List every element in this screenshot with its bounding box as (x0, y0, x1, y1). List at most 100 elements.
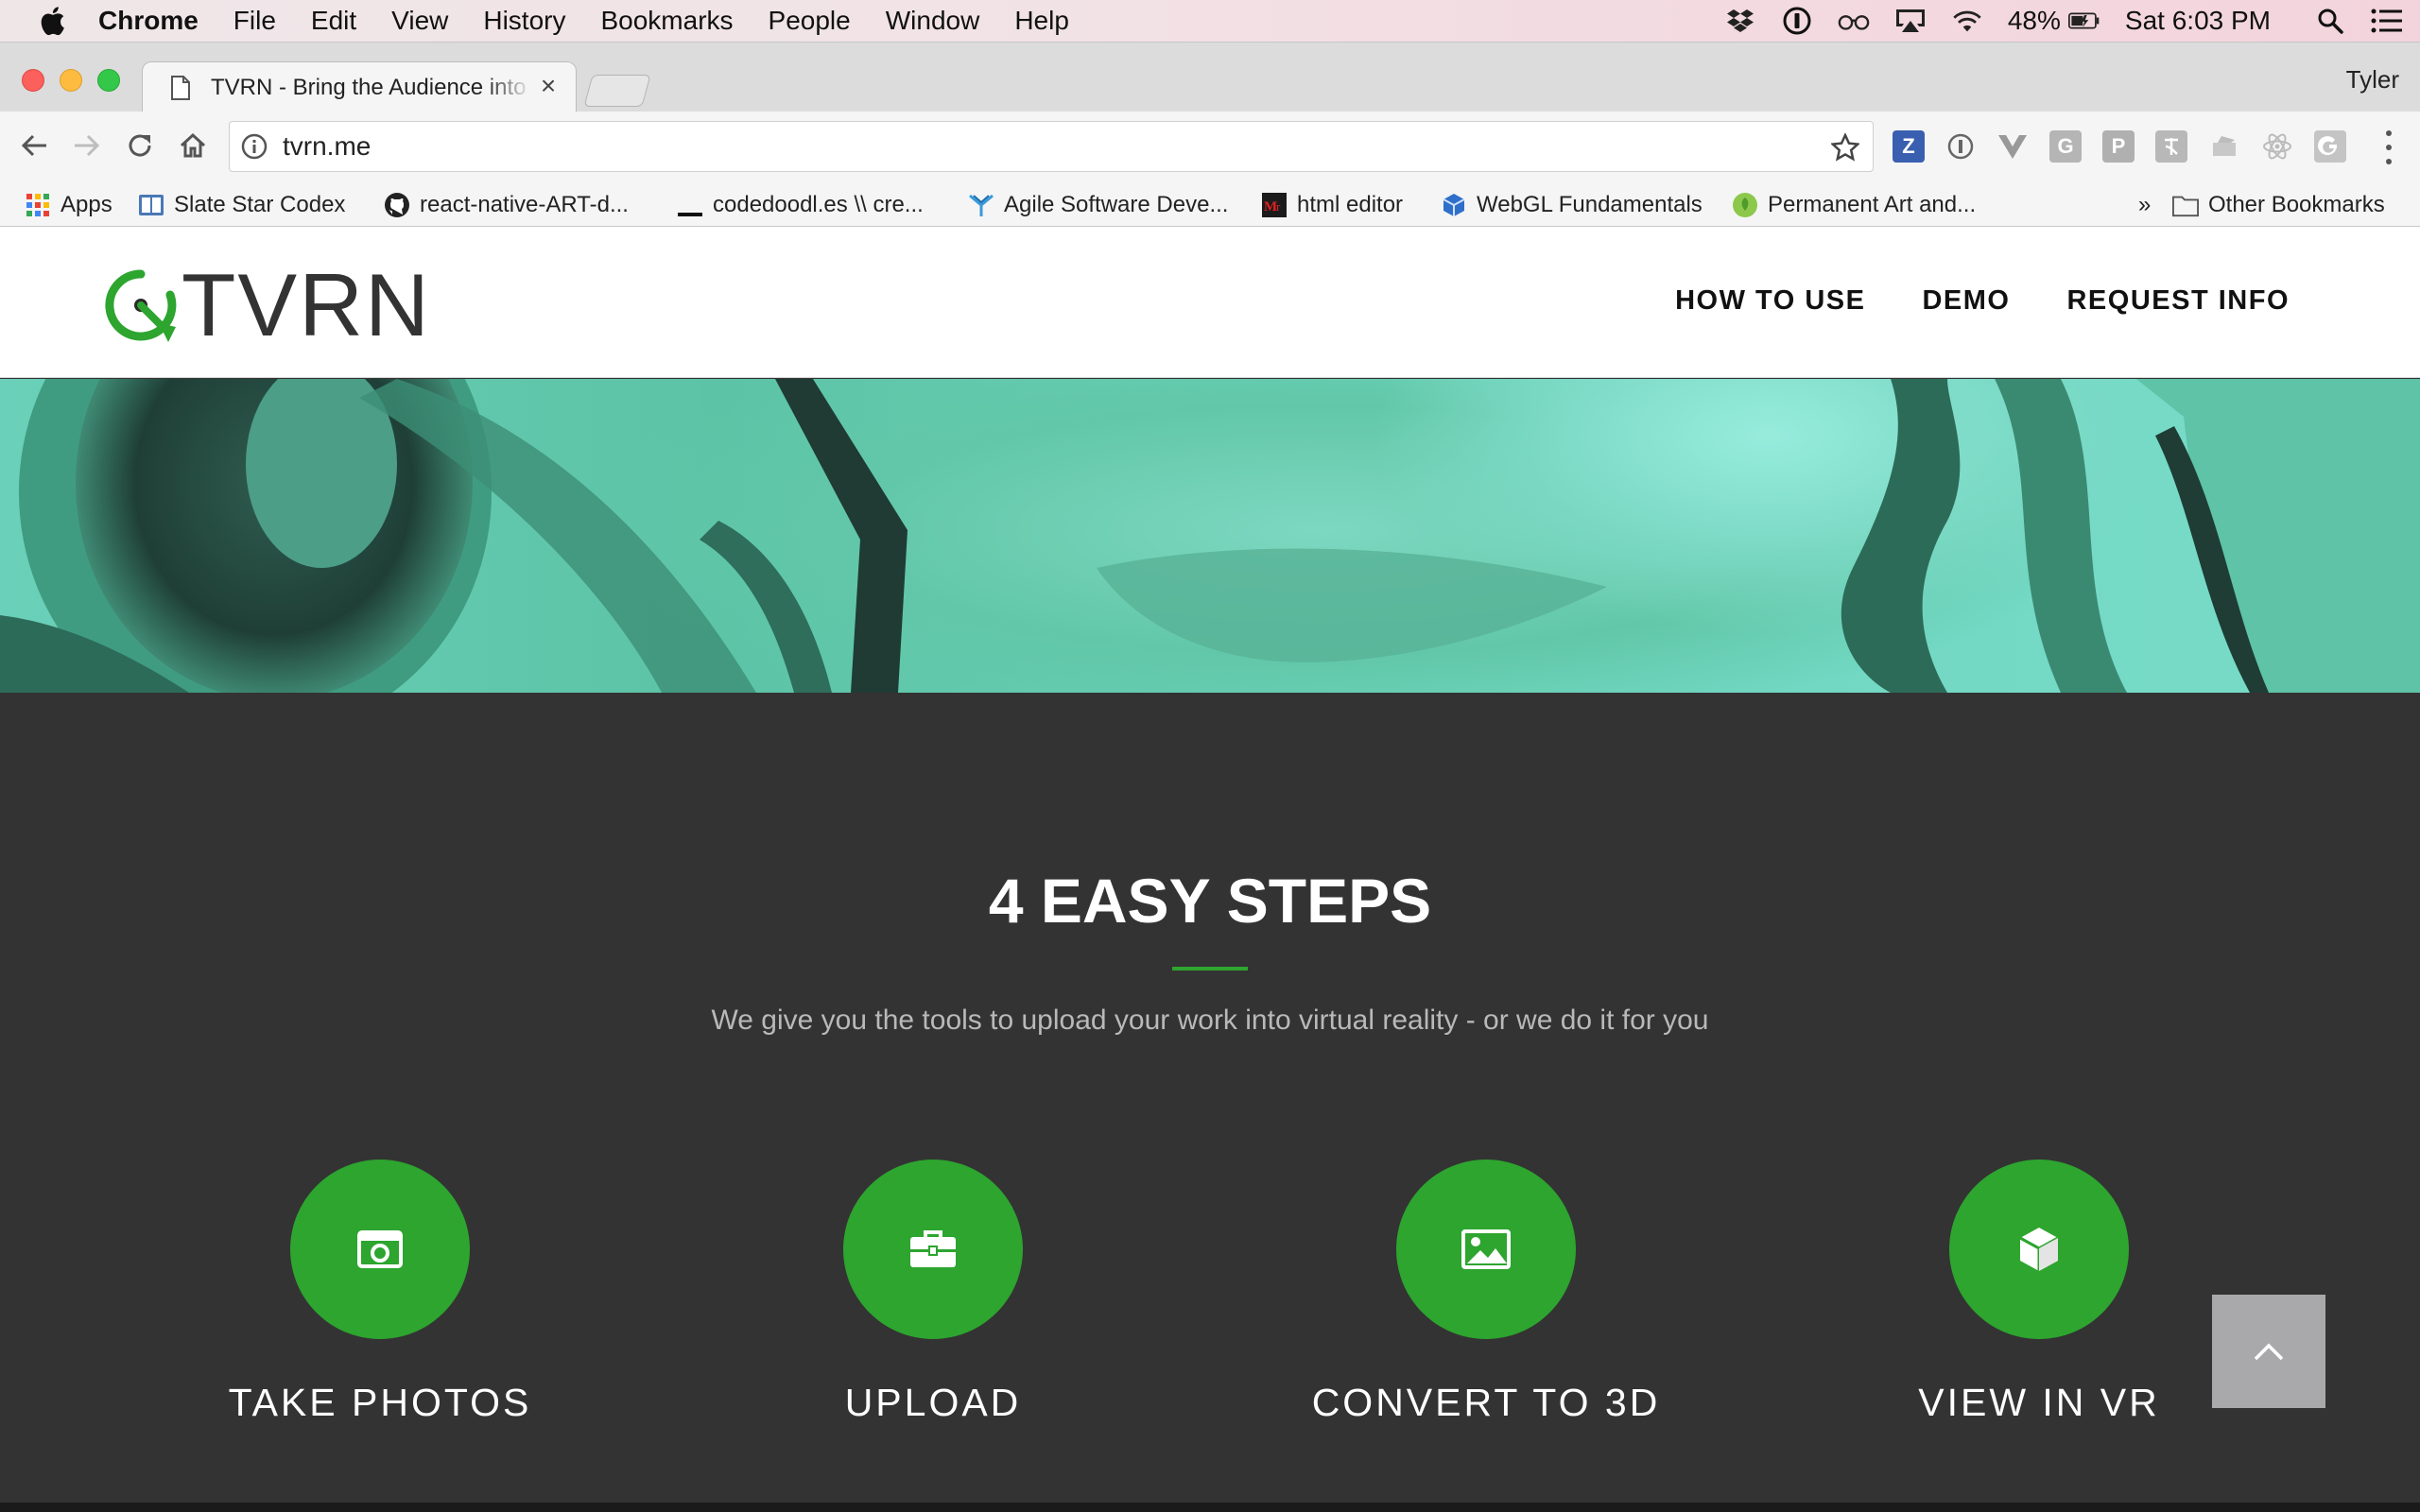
menu-help[interactable]: Help (1014, 6, 1069, 36)
notification-center-icon[interactable] (2371, 5, 2403, 37)
site-logo[interactable]: TVRN (102, 255, 431, 354)
window-minimize-button[interactable] (60, 69, 82, 92)
chevron-up-icon (2254, 1343, 2284, 1361)
bookmark-slate-star-codex[interactable]: Slate Star Codex (138, 191, 345, 219)
tab-title: TVRN - Bring the Audience into VR (211, 74, 532, 100)
browser-tab-active[interactable]: TVRN - Bring the Audience into VR × (142, 61, 577, 112)
camera-icon (357, 1230, 403, 1268)
wifi-icon[interactable] (1951, 5, 1983, 37)
underscore-icon (677, 192, 703, 218)
airplay-icon[interactable] (1894, 5, 1927, 37)
window-zoom-button[interactable] (97, 69, 120, 92)
steps-heading: 4 EASY STEPS (988, 866, 1432, 936)
github-icon (384, 192, 410, 218)
new-tab-button[interactable] (583, 75, 651, 107)
bookmarks-bar: Apps Slate Star Codex react-native-ART-d… (0, 183, 2420, 227)
reload-icon (129, 134, 151, 157)
pocket-extension-icon[interactable]: P (2102, 130, 2135, 163)
glasses-icon[interactable] (1838, 5, 1870, 37)
heading-divider (1172, 967, 1248, 971)
apple-icon[interactable] (38, 6, 66, 36)
spotlight-search-icon[interactable] (2314, 5, 2346, 37)
bookmark-webgl-fundamentals[interactable]: WebGL Fundamentals (1441, 191, 1703, 219)
bookmark-agile-software[interactable]: Agile Software Deve... (968, 191, 1228, 219)
apps-grid-icon (25, 192, 51, 218)
editor-icon: Mr (1261, 192, 1288, 218)
password-extension-icon[interactable] (1945, 130, 1977, 163)
step-take-photos: TAKE PHOTOS (134, 1160, 626, 1425)
zotero-extension-icon[interactable]: Z (1893, 130, 1925, 163)
hiragana-extension-icon[interactable] (2155, 130, 2187, 163)
page-icon (171, 75, 190, 100)
battery-charging-icon[interactable] (2067, 5, 2100, 37)
home-button[interactable] (174, 127, 212, 164)
dropbox-icon[interactable] (1724, 5, 1756, 37)
window-close-button[interactable] (22, 69, 44, 92)
nav-request-info[interactable]: REQUEST INFO (2066, 285, 2290, 317)
menu-app-name[interactable]: Chrome (98, 6, 199, 36)
book-icon (138, 192, 164, 218)
bookmark-react-native-art[interactable]: react-native-ART-d... (384, 191, 629, 219)
step-upload: UPLOAD (687, 1160, 1179, 1425)
macos-menu-bar: Chrome File Edit View History Bookmarks … (0, 0, 2420, 42)
profile-name[interactable]: Tyler (2346, 65, 2399, 94)
agile-icon (968, 192, 994, 218)
arrow-left-icon (21, 134, 46, 157)
other-bookmarks-folder[interactable]: Other Bookmarks (2172, 191, 2385, 219)
google-extension-icon[interactable] (2314, 130, 2346, 163)
bookmark-apps[interactable]: Apps (25, 191, 112, 219)
next-section-edge (0, 1503, 2420, 1512)
steps-section: 4 EASY STEPS We give you the tools to up… (0, 693, 2420, 1512)
back-button[interactable] (15, 127, 53, 164)
step-view-in-vr: VIEW IN VR (1793, 1160, 2285, 1425)
image-icon (1461, 1229, 1511, 1269)
bookmark-html-editor[interactable]: Mr html editor (1261, 191, 1403, 219)
toolbox-extension-icon[interactable] (2208, 130, 2240, 163)
step-icon-circle (1949, 1160, 2129, 1339)
menu-window[interactable]: Window (886, 6, 980, 36)
step-icon-circle (1396, 1160, 1576, 1339)
bookmark-codedoodles[interactable]: codedoodl.es \\ cre... (677, 191, 924, 219)
password-manager-icon[interactable] (1781, 5, 1813, 37)
reload-button[interactable] (121, 127, 159, 164)
back-to-top-button[interactable] (2212, 1295, 2325, 1408)
site-header: TVRN HOW TO USE DEMO REQUEST INFO (0, 227, 2420, 378)
hero-photo (0, 379, 2420, 693)
site-nav: HOW TO USE DEMO REQUEST INFO (1618, 285, 2290, 317)
step-label: CONVERT TO 3D (1311, 1381, 1661, 1424)
grammarly-extension-icon[interactable]: G (2049, 130, 2082, 163)
hero-image (0, 379, 2420, 693)
menu-edit[interactable]: Edit (311, 6, 356, 36)
vue-devtools-icon[interactable] (1996, 130, 2029, 163)
bookmark-label: Slate Star Codex (174, 192, 346, 217)
forward-button[interactable] (68, 127, 106, 164)
step-label: UPLOAD (844, 1381, 1022, 1424)
menu-view[interactable]: View (391, 6, 448, 36)
tab-close-icon[interactable]: × (538, 73, 559, 99)
url-text[interactable]: tvrn.me (283, 131, 371, 162)
nav-demo[interactable]: DEMO (1922, 285, 2010, 317)
address-bar[interactable]: tvrn.me (229, 121, 1874, 172)
menu-file[interactable]: File (233, 6, 276, 36)
clock[interactable]: Sat 6:03 PM (2125, 6, 2271, 36)
bookmark-label: WebGL Fundamentals (1477, 192, 1703, 217)
logo-refresh-icon (105, 269, 177, 342)
site-info-icon[interactable] (241, 133, 268, 160)
menu-people[interactable]: People (769, 6, 851, 36)
arrow-right-icon (75, 134, 100, 157)
step-icon-circle (843, 1160, 1023, 1339)
briefcase-icon (910, 1230, 956, 1267)
bookmark-label: html editor (1297, 192, 1404, 217)
chrome-menu-icon[interactable] (2384, 130, 2394, 164)
bookmarks-overflow-button[interactable]: » (2138, 191, 2151, 219)
nav-how-to-use[interactable]: HOW TO USE (1675, 285, 1865, 317)
bookmark-label: Agile Software Deve... (1004, 192, 1229, 217)
react-devtools-icon[interactable] (2261, 130, 2293, 163)
bookmark-star-icon[interactable] (1831, 133, 1859, 162)
cube-icon (1441, 192, 1467, 218)
menu-history[interactable]: History (483, 6, 565, 36)
steps-subtitle: We give you the tools to upload your wor… (711, 1005, 1709, 1036)
bookmark-permanent-art[interactable]: Permanent Art and... (1732, 191, 1976, 219)
logo-text: TVRN (182, 255, 431, 354)
menu-bookmarks[interactable]: Bookmarks (600, 6, 733, 36)
